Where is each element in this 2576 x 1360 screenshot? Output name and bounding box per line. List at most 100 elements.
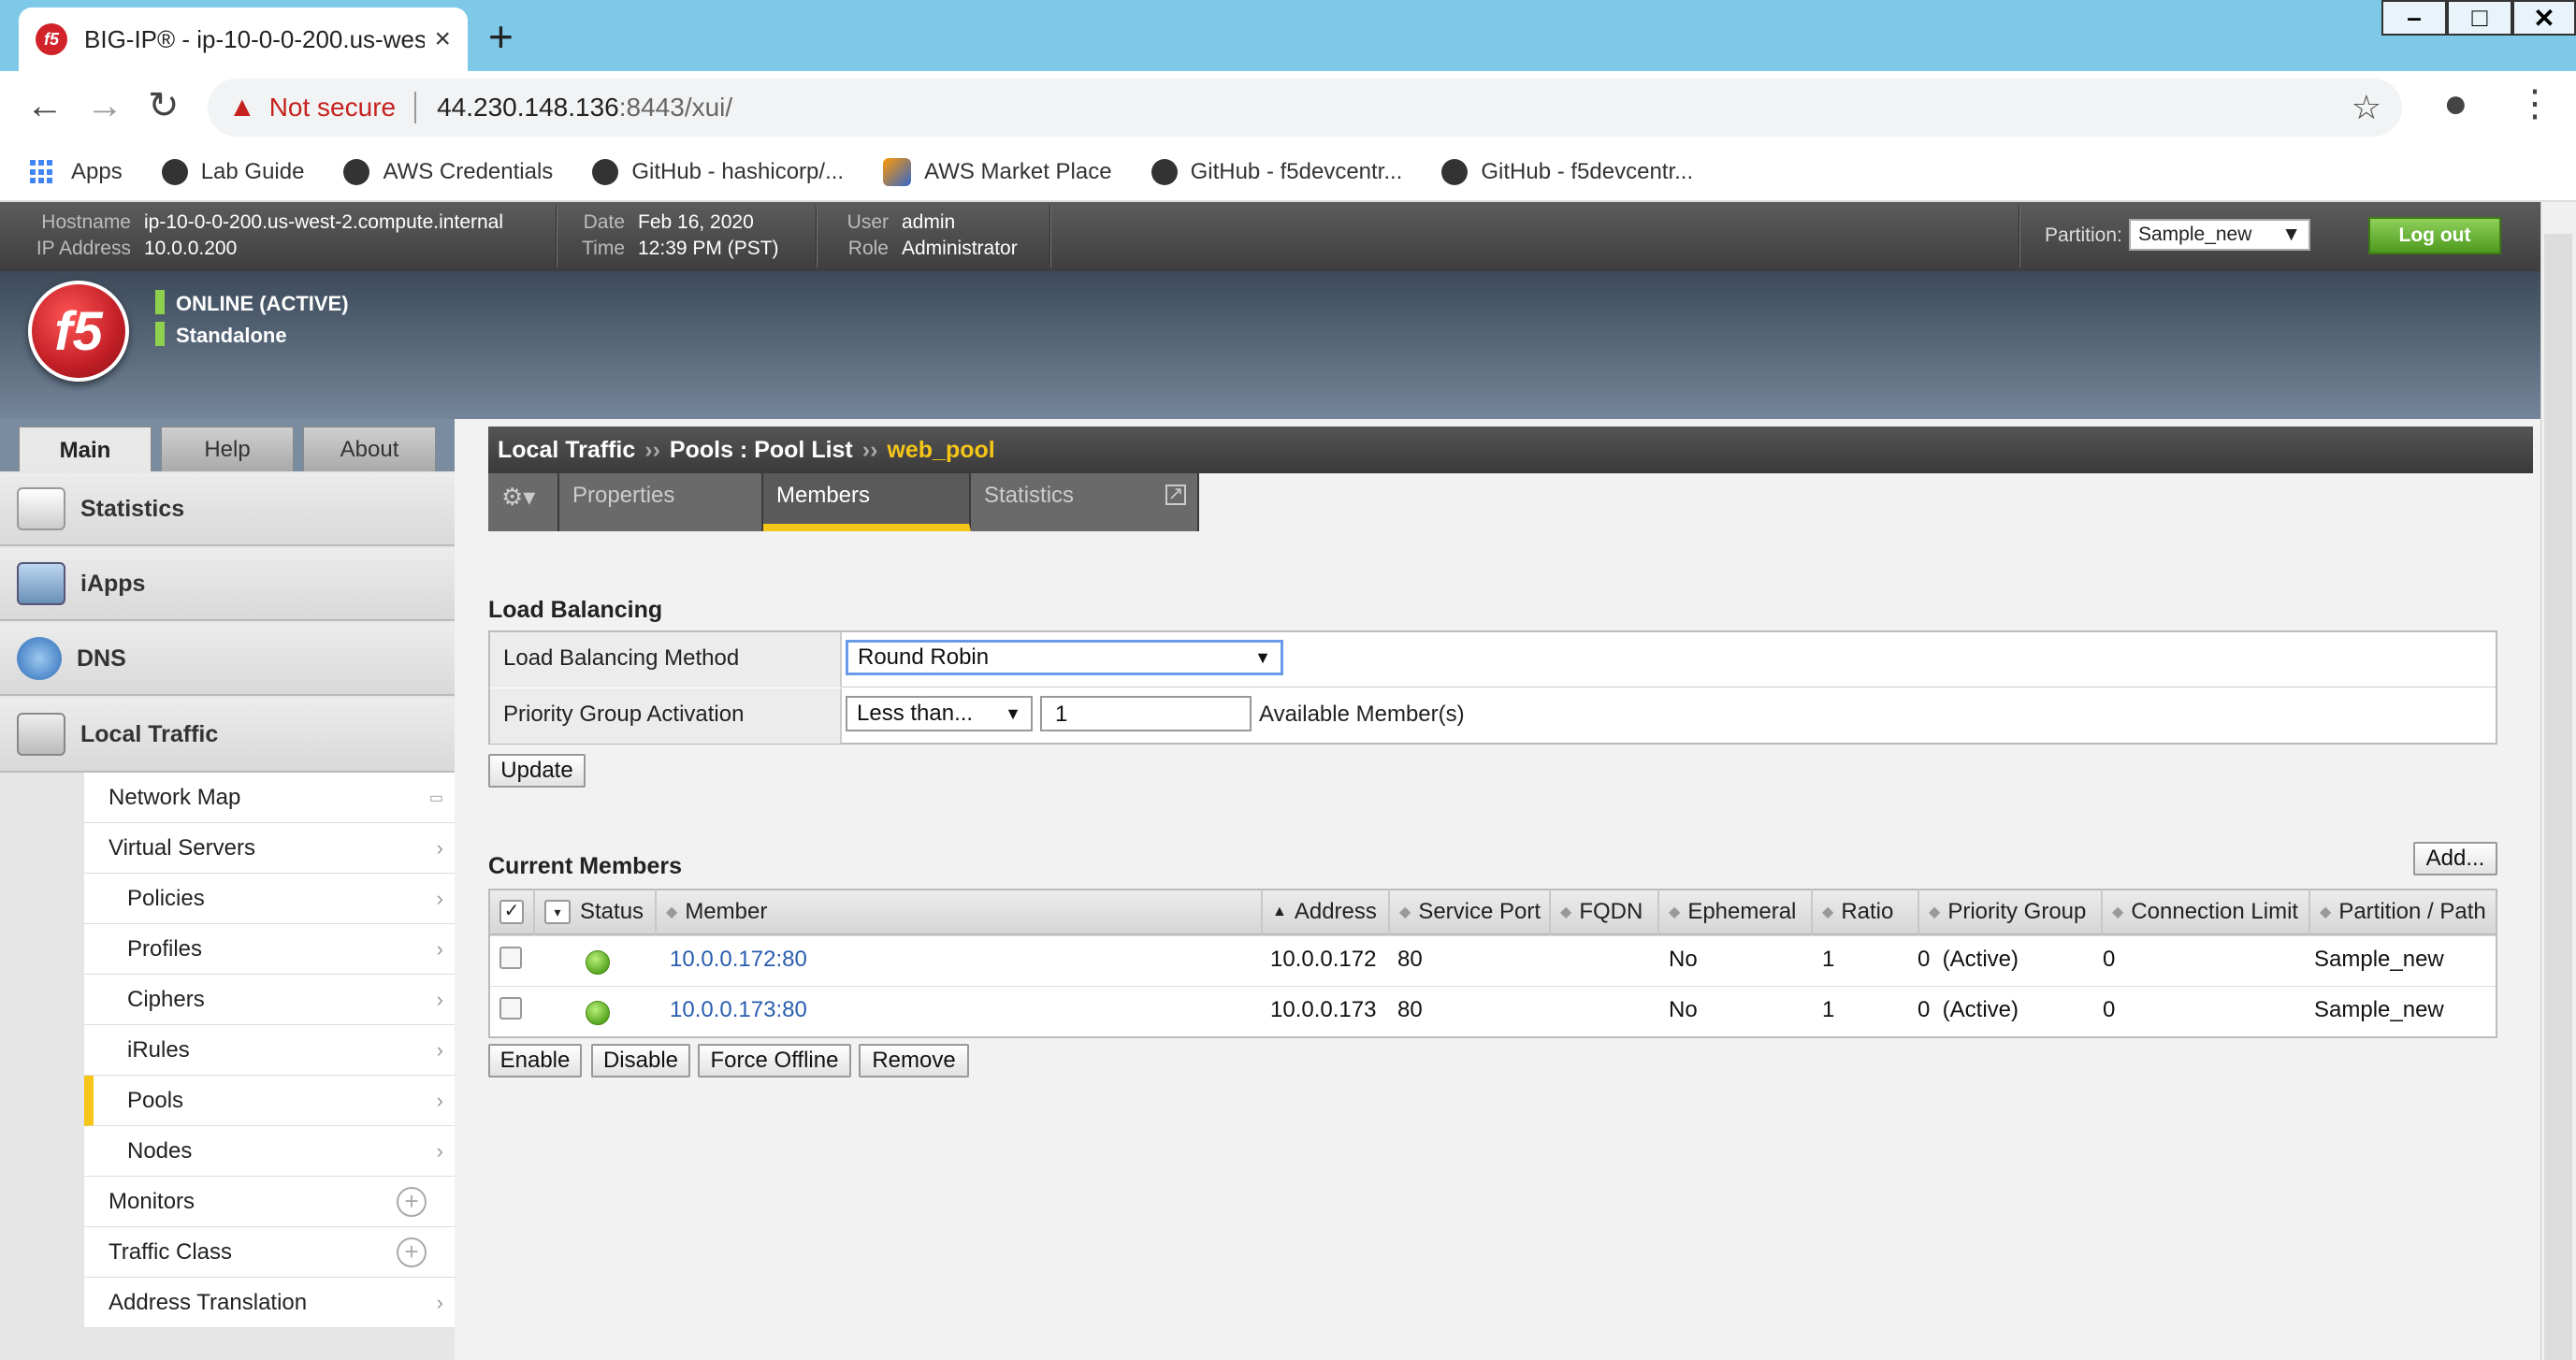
reload-icon[interactable]: ↻ [148, 82, 180, 129]
sidebar-section-dns[interactable]: DNS [0, 623, 455, 696]
url-bar[interactable]: ▲ Not secure 44.230.148.136 :8443/xui/ ☆ [208, 79, 2402, 137]
tab-close-icon[interactable]: × [434, 23, 451, 55]
bookmark-lab-guide[interactable]: Lab Guide [161, 159, 304, 185]
tab-members[interactable]: Members [763, 473, 971, 531]
sidebar-section-local-traffic[interactable]: Local Traffic [0, 698, 455, 773]
current-members-heading: Current Members [488, 853, 682, 879]
status-indicator-icon [155, 322, 165, 346]
tab-main[interactable]: Main [19, 427, 152, 475]
sort-icon: ◆ [1669, 904, 1681, 920]
account-icon[interactable]: ● [2443, 80, 2468, 127]
bookmark-apps[interactable]: Apps [30, 159, 123, 185]
bookmark-aws-credentials[interactable]: AWS Credentials [343, 159, 553, 185]
member-link[interactable]: 10.0.0.173:80 [670, 997, 807, 1023]
url-host: 44.230.148.136 [437, 93, 619, 122]
column-member[interactable]: ◆ Member [655, 889, 1261, 935]
disable-button[interactable]: Disable [591, 1044, 690, 1078]
scrollbar-thumb[interactable] [2544, 234, 2572, 1360]
checkbox-checked-icon[interactable]: ✓ [499, 900, 524, 924]
sidebar-item-virtual-servers[interactable]: Virtual Servers › [84, 823, 455, 874]
date-label: Date [583, 211, 625, 233]
status-banner [0, 271, 2540, 436]
sidebar-item-nodes[interactable]: Nodes › [84, 1126, 455, 1177]
gear-menu-icon[interactable]: ⚙▾ [488, 473, 559, 531]
bookmark-github-hashicorp[interactable]: GitHub - hashicorp/... [592, 159, 844, 185]
bookmark-github-f5devcentral-2[interactable]: GitHub - f5devcentr... [1441, 159, 1693, 185]
row-checkbox[interactable] [499, 947, 522, 969]
tab-about[interactable]: About [303, 427, 436, 473]
member-partition: Sample_new [2314, 947, 2444, 972]
bookmark-aws-market-place[interactable]: AWS Market Place [883, 158, 1112, 186]
header-divider [1049, 206, 1051, 268]
row-checkbox[interactable] [499, 997, 522, 1020]
sidebar-item-policies[interactable]: Policies › [84, 874, 455, 924]
bookmark-star-icon[interactable]: ☆ [2352, 88, 2381, 127]
f5-logo[interactable]: f5 [28, 281, 129, 382]
column-connection-limit[interactable]: ◆ Connection Limit [2101, 889, 2308, 935]
status-filter-icon[interactable]: ▾ [544, 900, 571, 924]
close-window-icon[interactable]: ✕ [2512, 0, 2576, 36]
sidebar-section-iapps[interactable]: iApps [0, 548, 455, 621]
column-service-port[interactable]: ◆ Service Port [1388, 889, 1549, 935]
add-circle-icon[interactable]: + [397, 1186, 427, 1217]
column-priority-group[interactable]: ◆ Priority Group [1918, 889, 2101, 935]
chevron-right-icon: › [436, 886, 443, 910]
sidebar-item-network-map[interactable]: Network Map ▭ [84, 773, 455, 823]
column-ratio[interactable]: ◆ Ratio [1811, 889, 1918, 935]
member-priority: 0 (Active) [1918, 997, 2019, 1022]
tab-help[interactable]: Help [161, 427, 294, 473]
member-ephemeral: No [1669, 947, 1698, 972]
lb-method-select[interactable]: Round Robin ▼ [846, 640, 1283, 675]
sidebar-item-traffic-class[interactable]: Traffic Class + [84, 1227, 455, 1278]
chevron-right-icon: › [436, 1037, 443, 1062]
member-partition: Sample_new [2314, 997, 2444, 1022]
pga-number-input[interactable]: 1 [1040, 696, 1252, 731]
add-member-button[interactable]: Add... [2413, 842, 2497, 875]
member-priority: 0 (Active) [1918, 947, 2019, 972]
column-ephemeral[interactable]: ◆ Ephemeral [1657, 889, 1811, 935]
menu-kebab-icon[interactable]: ⋮ [2516, 80, 2554, 127]
logout-button[interactable]: Log out [2368, 217, 2501, 254]
breadcrumb-local-traffic[interactable]: Local Traffic [498, 437, 635, 464]
sidebar-item-profiles[interactable]: Profiles › [84, 924, 455, 975]
back-icon[interactable]: ← [26, 82, 64, 129]
breadcrumb-pool-list[interactable]: Pools : Pool List [670, 437, 853, 464]
sidebar-section-statistics[interactable]: Statistics [0, 473, 455, 546]
column-fqdn[interactable]: ◆ FQDN [1549, 889, 1657, 935]
column-status[interactable]: ▾ Status [533, 889, 655, 935]
update-button[interactable]: Update [488, 754, 586, 788]
date-value: Feb 16, 2020 [638, 211, 754, 233]
chevron-right-icon: › [436, 1290, 443, 1314]
sidebar-item-monitors[interactable]: Monitors + [84, 1177, 455, 1227]
column-partition-path[interactable]: ◆ Partition / Path [2308, 889, 2496, 935]
browser-tab[interactable]: f5 BIG-IP® - ip-10-0-0-200.us-west × [19, 7, 468, 71]
column-address[interactable]: ▲ Address [1261, 889, 1388, 935]
sort-icon: ◆ [1399, 904, 1411, 920]
sidebar-item-pools[interactable]: Pools › [84, 1076, 455, 1126]
enable-button[interactable]: Enable [488, 1044, 582, 1078]
header-divider [556, 206, 557, 268]
lb-method-row: Load Balancing Method [490, 632, 2496, 687]
sidebar-item-ciphers[interactable]: Ciphers › [84, 975, 455, 1025]
url-path: :8443/xui/ [618, 93, 733, 122]
tab-statistics[interactable]: Statistics ↗ [971, 473, 1199, 531]
minimize-icon[interactable]: – [2381, 0, 2447, 36]
add-circle-icon[interactable]: + [397, 1237, 427, 1267]
remove-button[interactable]: Remove [859, 1044, 969, 1078]
aws-icon [883, 158, 912, 186]
pga-select[interactable]: Less than... ▼ [846, 696, 1033, 731]
bookmark-github-f5devcentral-1[interactable]: GitHub - f5devcentr... [1151, 159, 1402, 185]
member-link[interactable]: 10.0.0.172:80 [670, 947, 807, 973]
chevron-right-icon: › [436, 1138, 443, 1163]
sidebar-item-irules[interactable]: iRules › [84, 1025, 455, 1076]
tab-properties[interactable]: Properties [559, 473, 763, 531]
sidebar-item-address-translation[interactable]: Address Translation › [84, 1278, 455, 1328]
new-tab-button[interactable]: + [488, 13, 514, 60]
github-icon [1151, 159, 1178, 185]
forward-icon[interactable]: → [86, 82, 123, 129]
partition-select[interactable]: Sample_new ▼ [2129, 219, 2310, 251]
maximize-icon[interactable]: □ [2447, 0, 2512, 36]
select-all-column[interactable]: ✓ [490, 889, 531, 935]
not-secure-label[interactable]: Not secure [269, 93, 396, 123]
force-offline-button[interactable]: Force Offline [698, 1044, 851, 1078]
